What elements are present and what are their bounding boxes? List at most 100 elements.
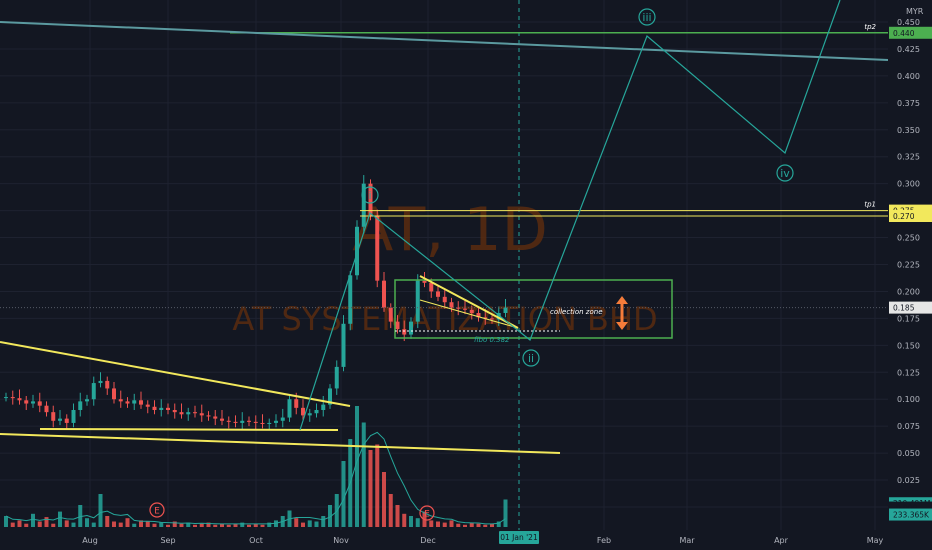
candle-body	[58, 418, 62, 421]
volume-bar	[382, 472, 386, 527]
currency-label: MYR	[906, 7, 924, 16]
volume-bar	[17, 520, 22, 527]
volume-bar	[159, 522, 164, 527]
time-tick-label: Mar	[679, 536, 695, 545]
candle-body	[125, 401, 130, 404]
candle-body	[314, 410, 319, 414]
wave-label: iv	[780, 167, 790, 180]
volume-bar	[98, 494, 103, 527]
candle-body	[24, 400, 29, 404]
volume-bar	[118, 522, 123, 527]
volume-bar	[483, 524, 488, 527]
candle-body	[213, 416, 218, 419]
candle-body	[17, 398, 22, 401]
volume-bar	[31, 513, 35, 527]
volume-bar	[145, 521, 150, 527]
price-tick-label: 0.325	[897, 153, 920, 162]
candle-body	[267, 422, 272, 425]
time-tick-label: Oct	[249, 536, 263, 545]
candle-body	[442, 296, 447, 303]
volume-bar	[476, 523, 481, 527]
candle-body	[139, 400, 143, 405]
candle-body	[253, 421, 258, 423]
candle-body	[294, 399, 299, 408]
time-tick-label: Feb	[597, 536, 611, 545]
price-tick-label: 0.350	[897, 126, 920, 135]
candle-body	[307, 413, 312, 416]
candle-body	[145, 404, 150, 407]
candle-body	[71, 410, 76, 423]
candle-body	[105, 380, 110, 389]
price-chart[interactable]: AT, 1D AT SYSTEMATIZATION BHD collection…	[0, 0, 932, 550]
price-tag-note: tp2	[864, 23, 876, 31]
candle-body	[463, 308, 467, 310]
candle-body	[206, 415, 211, 417]
earnings-mark-label: E	[424, 510, 430, 520]
wave-label: ii	[528, 352, 534, 365]
candle-body	[301, 407, 305, 416]
candle-body	[240, 420, 245, 423]
volume-bar	[132, 523, 137, 527]
volume-bar	[247, 524, 251, 527]
candle-body	[375, 216, 380, 281]
price-tick-label: 0.400	[897, 72, 920, 81]
volume-bar	[415, 518, 420, 527]
collection-zone-label: collection zone	[550, 308, 603, 316]
volume-bar	[442, 522, 447, 527]
candle-body	[247, 420, 251, 422]
volume-bar	[463, 524, 467, 527]
volume-bar	[341, 461, 346, 527]
candle-body	[260, 422, 265, 425]
wave-label: i	[368, 189, 371, 202]
candle-body	[490, 318, 494, 320]
candle-body	[429, 282, 434, 292]
candle-body	[348, 275, 353, 324]
price-tick-label: 0.025	[897, 476, 920, 485]
candle-body	[395, 321, 400, 330]
candle-body	[415, 280, 420, 322]
candle-body	[402, 329, 407, 335]
volume-bar	[402, 513, 407, 527]
volume-bar	[226, 524, 231, 527]
candle-body	[280, 417, 285, 421]
time-tick-label: Sep	[160, 536, 175, 545]
volume-bar	[64, 520, 69, 527]
candle-body	[98, 380, 103, 384]
candle-body	[31, 401, 35, 404]
volume-bar	[503, 499, 508, 527]
volume-bar	[456, 523, 461, 527]
candle-body	[436, 291, 440, 297]
candle-body	[118, 399, 123, 402]
volume-bar	[375, 444, 380, 527]
yellow-base-line	[39, 428, 339, 431]
volume-bar	[409, 516, 413, 527]
price-tick-label: 0.200	[897, 287, 920, 296]
candle-body	[166, 407, 170, 410]
volume-bar	[213, 524, 218, 527]
candle-body	[199, 413, 204, 416]
candle-body	[334, 366, 339, 389]
volume-bar	[105, 516, 110, 527]
price-tick-label: 0.375	[897, 99, 920, 108]
volume-bar	[321, 516, 326, 527]
volume-bar	[307, 520, 312, 527]
time-scale-bg	[0, 530, 932, 550]
candle-body	[382, 280, 386, 308]
candle-body	[503, 307, 508, 313]
candle-body	[469, 309, 474, 313]
price-tick-label: 0.125	[897, 368, 920, 377]
time-tick-label: Nov	[333, 536, 349, 545]
candle-body	[4, 397, 8, 399]
time-tick-label: Dec	[420, 536, 435, 545]
candle-body	[226, 420, 231, 422]
candle-body	[10, 397, 15, 399]
candle-body	[172, 410, 177, 413]
volume-bar	[368, 450, 373, 527]
volume-bar	[301, 522, 305, 527]
volume-bar	[436, 521, 440, 527]
price-tick-label: 0.450	[897, 18, 920, 27]
volume-bar	[260, 524, 265, 527]
candle-body	[274, 420, 278, 423]
price-tick-label: 0.300	[897, 180, 920, 189]
volume-bar	[24, 523, 29, 527]
